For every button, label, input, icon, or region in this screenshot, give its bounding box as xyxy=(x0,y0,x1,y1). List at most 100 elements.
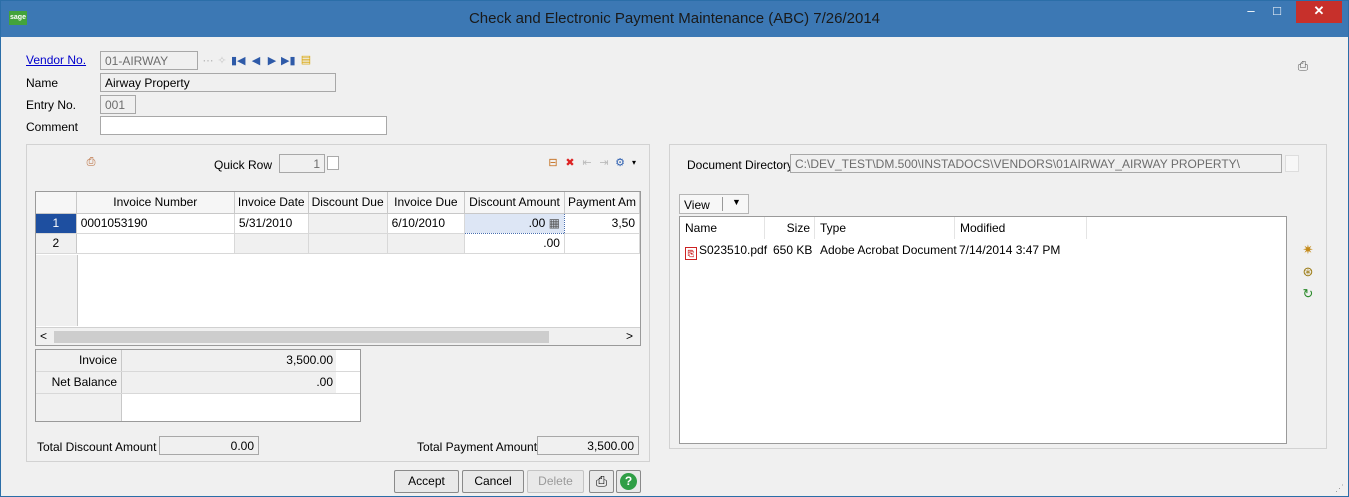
printer-icon[interactable]: ⎙ xyxy=(1296,59,1310,73)
invoice-balance-value: 3,500.00 xyxy=(122,350,336,371)
indent-right-icon[interactable]: ⇥ xyxy=(597,156,611,170)
list-item[interactable]: ⎘ S023510.pdf 650 KB Adobe Acrobat Docume… xyxy=(680,243,1086,260)
balance-filler xyxy=(36,394,122,421)
column-header-modified[interactable]: Modified xyxy=(955,217,1087,239)
vendor-search-icon[interactable]: ✧ xyxy=(215,54,229,68)
first-record-icon[interactable]: ▮◀ xyxy=(231,54,246,68)
net-balance-value: .00 xyxy=(122,372,336,393)
zoom-document-icon[interactable]: ✷ xyxy=(1301,243,1315,257)
table-header-row: Invoice Number Invoice Date Discount Due… xyxy=(36,192,641,214)
horizontal-scrollbar[interactable]: < > xyxy=(36,327,640,345)
column-header-invoice-due[interactable]: Invoice Due xyxy=(387,192,466,214)
grid-settings-icon[interactable]: ⚙ xyxy=(613,156,627,170)
total-discount-field: 0.00 xyxy=(159,436,259,455)
column-header-invoice-date[interactable]: Invoice Date xyxy=(234,192,309,214)
cancel-button[interactable]: Cancel xyxy=(462,470,524,493)
file-size: 650 KB xyxy=(773,243,813,257)
file-name: S023510.pdf xyxy=(699,243,768,257)
minimize-button[interactable]: – xyxy=(1238,1,1264,23)
discount-due-cell[interactable] xyxy=(308,233,388,254)
balance-box: Invoice Balance 3,500.00 Net Balance .00 xyxy=(35,349,361,422)
resize-grip-icon[interactable]: ⋰ xyxy=(1335,483,1344,494)
name-field[interactable]: Airway Property xyxy=(100,73,336,92)
last-record-icon[interactable]: ▶▮ xyxy=(281,54,296,68)
help-icon: ? xyxy=(620,473,637,490)
chevron-down-icon: ▼ xyxy=(732,197,741,207)
comment-label: Comment xyxy=(26,120,79,134)
invoice-due-cell[interactable]: 6/10/2010 xyxy=(387,213,466,234)
view-divider xyxy=(722,197,723,211)
file-name-cell[interactable]: ⎘ S023510.pdf xyxy=(685,243,767,260)
row-number[interactable]: 1 xyxy=(36,213,77,234)
discount-amount-cell[interactable]: .00 ▦ xyxy=(464,212,565,234)
invoice-grid: Invoice Number Invoice Date Discount Due… xyxy=(35,191,641,346)
insert-row-icon[interactable]: ⊟ xyxy=(546,156,560,170)
entry-no-field[interactable]: 001 xyxy=(100,95,136,114)
next-record-icon[interactable]: ▶ xyxy=(265,54,279,68)
vendor-no-field[interactable]: 01-AIRWAY xyxy=(100,51,198,70)
close-button[interactable]: ✕ xyxy=(1296,1,1342,23)
accept-button[interactable]: Accept xyxy=(394,470,459,493)
column-header-type[interactable]: Type xyxy=(815,217,955,239)
table-row[interactable]: 1 0001053190 5/31/2010 6/10/2010 .00 ▦ 3… xyxy=(36,212,641,234)
total-payment-label: Total Payment Amount xyxy=(417,440,538,454)
column-header-invoice-number[interactable]: Invoice Number xyxy=(76,192,235,214)
invoice-due-cell[interactable] xyxy=(387,233,466,254)
browse-directory-button[interactable] xyxy=(1285,155,1299,172)
row-header-filler xyxy=(36,255,78,326)
payment-amount-cell[interactable] xyxy=(564,233,641,254)
calculator-icon[interactable]: ▦ xyxy=(549,216,560,230)
document-list: Name Size Type Modified ⎘ S023510.pdf 650… xyxy=(679,216,1287,444)
table-row[interactable]: 2 .00 xyxy=(36,233,641,254)
payment-amount-cell[interactable]: 3,50 xyxy=(564,213,641,234)
row-number[interactable]: 2 xyxy=(36,233,77,254)
invoice-balance-row: Invoice Balance 3,500.00 xyxy=(36,350,360,388)
scrollbar-thumb[interactable] xyxy=(54,331,549,343)
delete-button[interactable]: Delete xyxy=(527,470,584,493)
pdf-file-icon: ⎘ xyxy=(685,247,697,260)
column-header-discount-due[interactable]: Discount Due xyxy=(308,192,388,214)
column-header xyxy=(36,192,77,214)
column-header-payment-amount[interactable]: Payment Am xyxy=(564,192,641,214)
lookup-icon[interactable]: ⋯ xyxy=(201,54,215,68)
column-header-discount-amount[interactable]: Discount Amount xyxy=(464,192,565,214)
column-header-name[interactable]: Name xyxy=(680,217,765,239)
quick-row-checkbox[interactable] xyxy=(327,156,339,170)
invoice-number-cell[interactable] xyxy=(76,233,235,254)
indent-left-icon[interactable]: ⇤ xyxy=(580,156,594,170)
total-discount-label: Total Discount Amount xyxy=(37,440,157,454)
file-type: Adobe Acrobat Document xyxy=(820,243,957,257)
invoice-number-cell[interactable]: 0001053190 xyxy=(76,213,235,234)
document-directory-field[interactable]: C:\DEV_TEST\DM.500\INSTADOCS\VENDORS\01A… xyxy=(790,154,1282,173)
print-button[interactable]: ⎙ xyxy=(589,470,614,493)
window-title: Check and Electronic Payment Maintenance… xyxy=(468,10,881,27)
refresh-icon[interactable]: ↻ xyxy=(1301,287,1315,301)
file-modified: 7/14/2014 3:47 PM xyxy=(959,243,1061,257)
invoice-date-cell[interactable] xyxy=(234,233,309,254)
scroll-left-icon[interactable]: < xyxy=(40,329,47,343)
maximize-button[interactable]: □ xyxy=(1264,1,1290,23)
find-binoculars-icon[interactable]: ⊛ xyxy=(1301,265,1315,279)
app-window: sage Check and Electronic Payment Mainte… xyxy=(0,0,1349,497)
invoice-balance-label: Invoice Balance xyxy=(36,350,122,388)
invoice-table: Invoice Number Invoice Date Discount Due… xyxy=(36,192,641,254)
scroll-right-icon[interactable]: > xyxy=(626,329,633,343)
document-directory-label: Document Directory xyxy=(687,158,794,172)
help-button[interactable]: ? xyxy=(616,470,641,493)
comment-field[interactable] xyxy=(100,116,387,135)
grid-dropdown-icon[interactable]: ▾ xyxy=(627,156,641,170)
delete-row-icon[interactable]: ✖ xyxy=(563,156,577,170)
title-bar: sage Check and Electronic Payment Mainte… xyxy=(1,1,1348,37)
entry-no-label: Entry No. xyxy=(26,98,77,112)
view-dropdown[interactable]: View ▼ xyxy=(679,194,749,214)
notes-icon[interactable]: ▤ xyxy=(299,53,313,67)
invoice-date-cell[interactable]: 5/31/2010 xyxy=(234,213,309,234)
discount-due-cell[interactable] xyxy=(308,213,388,234)
print-lines-icon[interactable]: ⎙ xyxy=(84,155,98,169)
total-payment-field: 3,500.00 xyxy=(537,436,639,455)
vendor-no-link[interactable]: Vendor No. xyxy=(26,53,86,67)
discount-amount-cell[interactable]: .00 xyxy=(464,233,565,254)
column-header-size[interactable]: Size xyxy=(765,217,815,239)
previous-record-icon[interactable]: ◀ xyxy=(249,54,263,68)
quick-row-field[interactable]: 1 xyxy=(279,154,325,173)
